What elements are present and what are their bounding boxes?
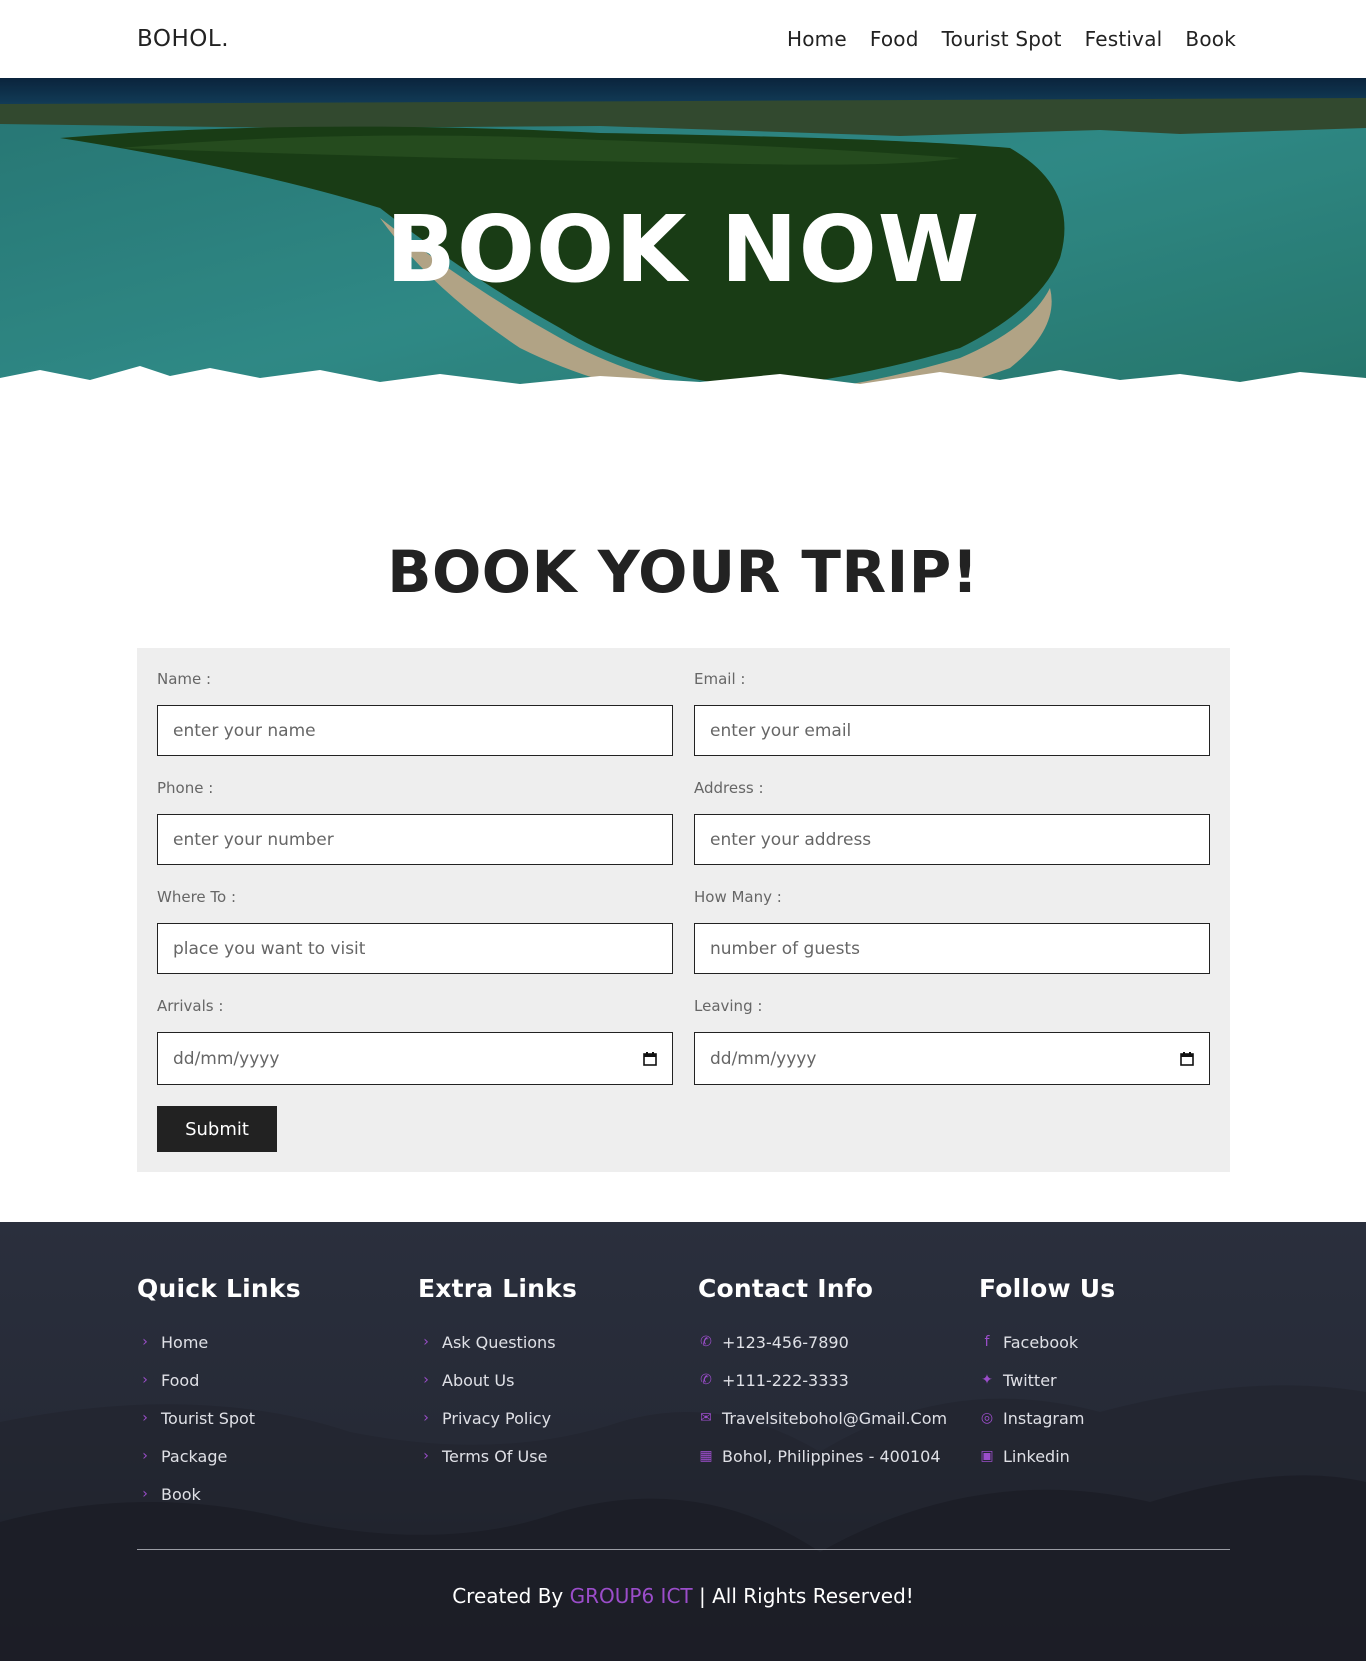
phone-icon: ✆	[700, 1372, 712, 1388]
contact-info-column: Contact Info ✆ +123-456-7890 ✆ +111-222-33…	[698, 1274, 947, 1475]
chevron-right-icon: ›	[142, 1410, 148, 1426]
footer-link-ask-questions[interactable]: › Ask Questions	[418, 1323, 577, 1361]
phone-input[interactable]: enter your number	[157, 814, 673, 865]
name-placeholder: enter your name	[173, 720, 316, 741]
where-to-placeholder: place you want to visit	[173, 938, 366, 959]
extra-links-column: Extra Links › Ask Questions › About Us › Pr…	[418, 1274, 577, 1475]
follow-us-column: Follow Us f Facebook ✦ Twitter ◎ Instagram …	[979, 1274, 1115, 1475]
footer-link-package[interactable]: › Package	[137, 1437, 301, 1475]
twitter-icon: ✦	[981, 1372, 993, 1388]
chevron-right-icon: ›	[423, 1334, 429, 1350]
email-label: Email :	[694, 670, 746, 688]
calendar-icon[interactable]	[1180, 1051, 1194, 1066]
booking-form: Name : enter your name Email : enter you…	[137, 648, 1230, 1172]
linkedin-icon: ▣	[980, 1448, 994, 1464]
where-to-input[interactable]: place you want to visit	[157, 923, 673, 974]
contact-info-title: Contact Info	[698, 1274, 874, 1303]
main-nav: Home Food Tourist Spot Festival Book	[787, 27, 1236, 51]
nav-home[interactable]: Home	[787, 27, 847, 51]
email-field: Email : enter your email	[694, 670, 1210, 756]
address-label: Address :	[694, 779, 764, 797]
credit-prefix: Created By	[452, 1584, 564, 1608]
phone-icon: ✆	[700, 1334, 712, 1350]
how-many-label: How Many :	[694, 888, 782, 906]
site-logo[interactable]: BOHOL.	[137, 26, 229, 52]
section-title: BOOK YOUR TRIP!	[387, 538, 979, 606]
footer-credit: Created By GROUP6 ICT | All Rights Reser…	[0, 1584, 1366, 1608]
chevron-right-icon: ›	[423, 1372, 429, 1388]
footer-link-book[interactable]: › Book	[137, 1475, 301, 1513]
footer-divider	[137, 1549, 1230, 1550]
leaving-date-input[interactable]: dd/mm/yyyy	[694, 1032, 1210, 1085]
hero-banner: BOOK NOW	[0, 78, 1366, 428]
facebook-icon: f	[984, 1334, 990, 1350]
calendar-icon[interactable]	[643, 1051, 657, 1066]
nav-food[interactable]: Food	[870, 27, 919, 51]
chevron-right-icon: ›	[423, 1448, 429, 1464]
follow-us-title: Follow Us	[979, 1274, 1116, 1303]
how-many-field: How Many : number of guests	[694, 888, 1210, 974]
chevron-right-icon: ›	[142, 1486, 148, 1502]
how-many-input[interactable]: number of guests	[694, 923, 1210, 974]
arrivals-date-input[interactable]: dd/mm/yyyy	[157, 1032, 673, 1085]
nav-tourist-spot[interactable]: Tourist Spot	[942, 27, 1062, 51]
chevron-right-icon: ›	[423, 1410, 429, 1426]
nav-festival[interactable]: Festival	[1085, 27, 1163, 51]
footer-link-terms-of-use[interactable]: › Terms Of Use	[418, 1437, 577, 1475]
email-input[interactable]: enter your email	[694, 705, 1210, 756]
where-to-label: Where To :	[157, 888, 237, 906]
footer-link-food[interactable]: › Food	[137, 1361, 301, 1399]
contact-phone-1[interactable]: ✆ +123-456-7890	[698, 1323, 947, 1361]
name-field: Name : enter your name	[157, 670, 673, 756]
contact-phone-2[interactable]: ✆ +111-222-3333	[698, 1361, 947, 1399]
map-icon: ▦	[699, 1448, 713, 1464]
phone-field: Phone : enter your number	[157, 779, 673, 865]
contact-address: ▦ Bohol, Philippines - 400104	[699, 1446, 941, 1466]
credit-author: GROUP6 ICT	[569, 1584, 693, 1608]
phone-placeholder: enter your number	[173, 829, 334, 850]
phone-label: Phone :	[157, 779, 214, 797]
contact-email[interactable]: ✉ Travelsitebohol@Gmail.Com	[698, 1399, 947, 1437]
hero-title: BOOK NOW	[385, 196, 981, 303]
chevron-right-icon: ›	[142, 1334, 148, 1350]
name-label: Name :	[157, 670, 212, 688]
envelope-icon: ✉	[700, 1410, 712, 1426]
social-instagram[interactable]: ◎ Instagram	[979, 1399, 1115, 1437]
name-input[interactable]: enter your name	[157, 705, 673, 756]
nav-book[interactable]: Book	[1185, 27, 1236, 51]
leaving-label: Leaving :	[694, 997, 763, 1015]
social-twitter[interactable]: ✦ Twitter	[979, 1361, 1115, 1399]
quick-links-column: Quick Links › Home › Food › Tourist Spot › P…	[137, 1274, 301, 1513]
social-linkedin[interactable]: ▣ Linkedin	[979, 1437, 1115, 1475]
where-to-field: Where To : place you want to visit	[157, 888, 673, 974]
credit-suffix: | All Rights Reserved!	[699, 1584, 914, 1608]
site-header: BOHOL. Home Food Tourist Spot Festival B…	[0, 0, 1366, 78]
chevron-right-icon: ›	[142, 1372, 148, 1388]
address-input[interactable]: enter your address	[694, 814, 1210, 865]
arrivals-label: Arrivals :	[157, 997, 224, 1015]
submit-button[interactable]: Submit	[157, 1106, 277, 1152]
footer-link-home[interactable]: › Home	[137, 1323, 301, 1361]
arrivals-field: Arrivals : dd/mm/yyyy	[157, 997, 673, 1085]
extra-links-title: Extra Links	[418, 1274, 578, 1303]
site-footer: Quick Links › Home › Food › Tourist Spot › P…	[0, 1222, 1366, 1661]
quick-links-title: Quick Links	[137, 1274, 301, 1303]
instagram-icon: ◎	[980, 1410, 994, 1426]
email-placeholder: enter your email	[710, 720, 852, 741]
footer-link-tourist-spot[interactable]: › Tourist Spot	[137, 1399, 301, 1437]
address-field: Address : enter your address	[694, 779, 1210, 865]
leaving-placeholder: dd/mm/yyyy	[710, 1048, 817, 1069]
footer-link-about-us[interactable]: › About Us	[418, 1361, 577, 1399]
social-facebook[interactable]: f Facebook	[979, 1323, 1115, 1361]
address-placeholder: enter your address	[710, 829, 872, 850]
chevron-right-icon: ›	[142, 1448, 148, 1464]
leaving-field: Leaving : dd/mm/yyyy	[694, 997, 1210, 1085]
how-many-placeholder: number of guests	[710, 938, 860, 959]
footer-link-privacy-policy[interactable]: › Privacy Policy	[418, 1399, 577, 1437]
arrivals-placeholder: dd/mm/yyyy	[173, 1048, 280, 1069]
